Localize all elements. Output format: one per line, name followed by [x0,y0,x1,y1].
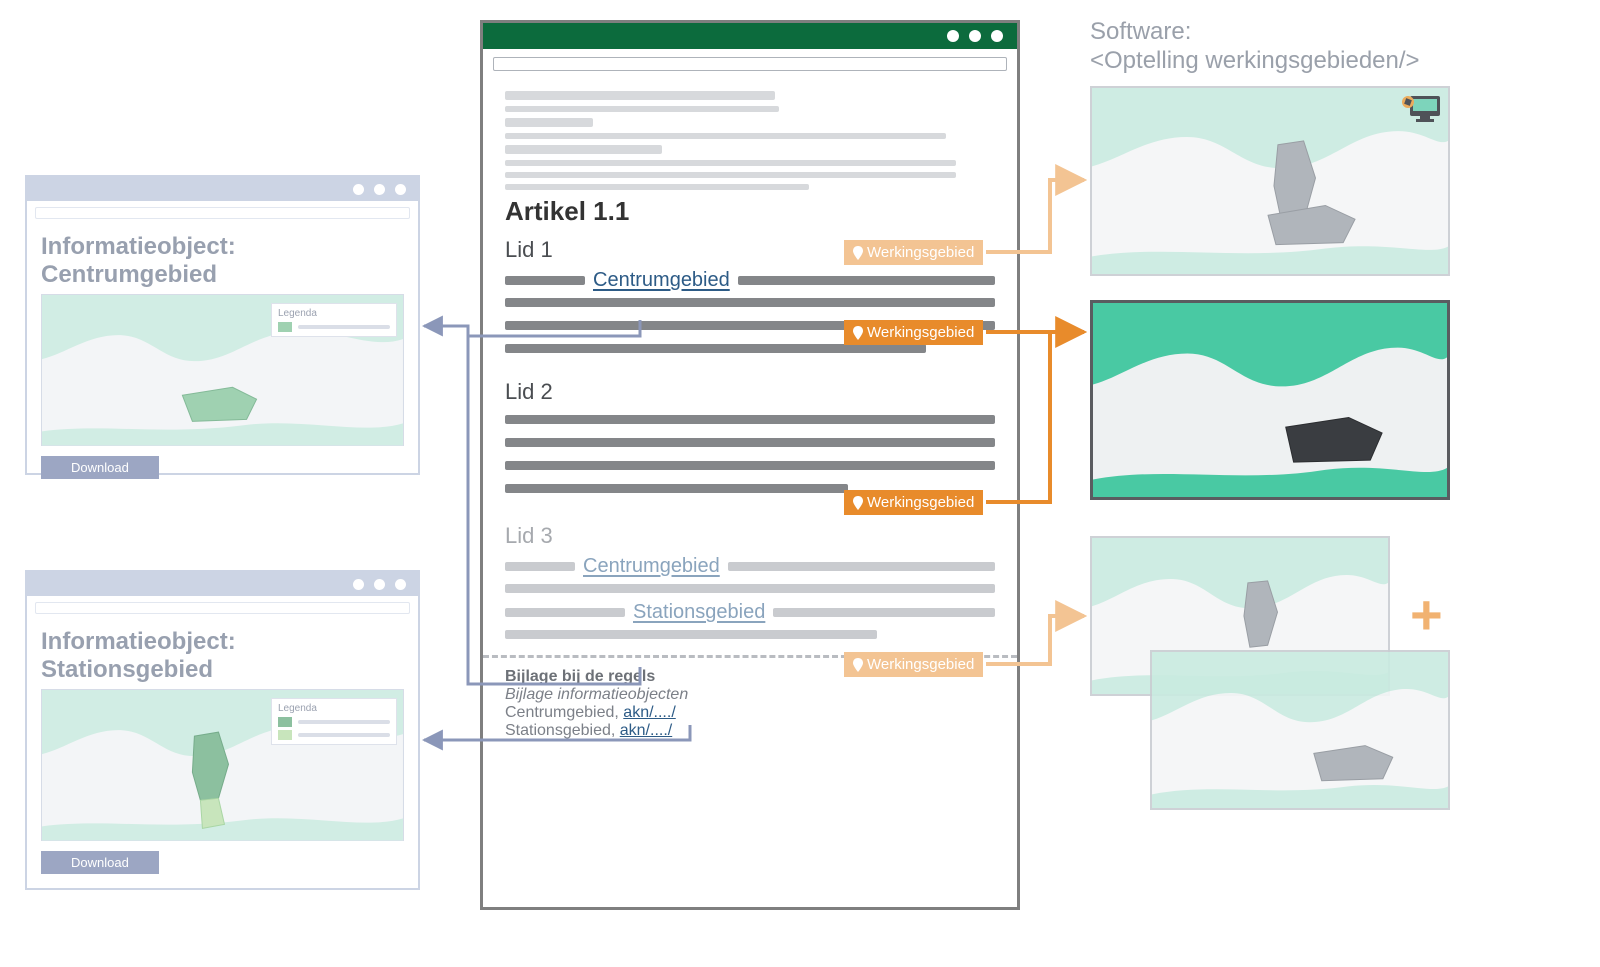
download-button[interactable]: Download [41,851,159,874]
panel-title: Informatieobject: Stationsgebied [41,628,404,683]
link-stations[interactable]: Stationsgebied [633,601,765,624]
download-button[interactable]: Download [41,456,159,479]
window-titlebar [27,177,418,201]
lid2-heading: Lid 2 [505,379,995,405]
url-bar [35,602,410,614]
url-bar [493,57,1007,71]
lid3-heading: Lid 3 [505,523,995,549]
werkingsgebied-tag-article[interactable]: Werkingsgebied [844,240,983,265]
map-centrum-small [1150,650,1450,810]
akn-link-2[interactable]: akn/..../ [620,722,672,739]
software-caption: Software:<Optelling werkingsgebieden/> [1090,18,1420,76]
legend-box: Legenda [271,698,397,745]
plus-icon: + [1410,582,1443,647]
map-thumbnail: Legenda [41,689,404,841]
link-centrum[interactable]: Centrumgebied [593,269,730,292]
map-centrum-active [1090,300,1450,500]
werkingsgebied-tag-lid3[interactable]: Werkingsgebied [844,652,983,677]
link-centrum-2[interactable]: Centrumgebied [583,555,720,578]
url-bar [35,207,410,219]
legend-title: Legenda [278,308,390,319]
info-window-stations: Informatieobject: Stationsgebied Legenda… [25,570,420,890]
window-titlebar [27,572,418,596]
document-window: Artikel 1.1 Lid 1 Centrumgebied Lid 2 Li… [480,20,1020,910]
map-combined [1090,86,1450,276]
akn-link-1[interactable]: akn/..../ [623,704,675,721]
bijlage-block: Bijlage bij de regels Bijlage informatie… [505,668,995,754]
article-heading: Artikel 1.1 [505,196,995,227]
map-thumbnail: Legenda [41,294,404,446]
legend-title: Legenda [278,703,390,714]
werkingsgebied-tag-lid1[interactable]: Werkingsgebied [844,320,983,345]
legend-box: Legenda [271,303,397,337]
werkingsgebied-tag-lid2[interactable]: Werkingsgebied [844,490,983,515]
window-titlebar [483,23,1017,49]
computer-icon [1402,94,1442,124]
info-window-centrum: Informatieobject: Centrumgebied Legenda … [25,175,420,475]
panel-title: Informatieobject: Centrumgebied [41,233,404,288]
